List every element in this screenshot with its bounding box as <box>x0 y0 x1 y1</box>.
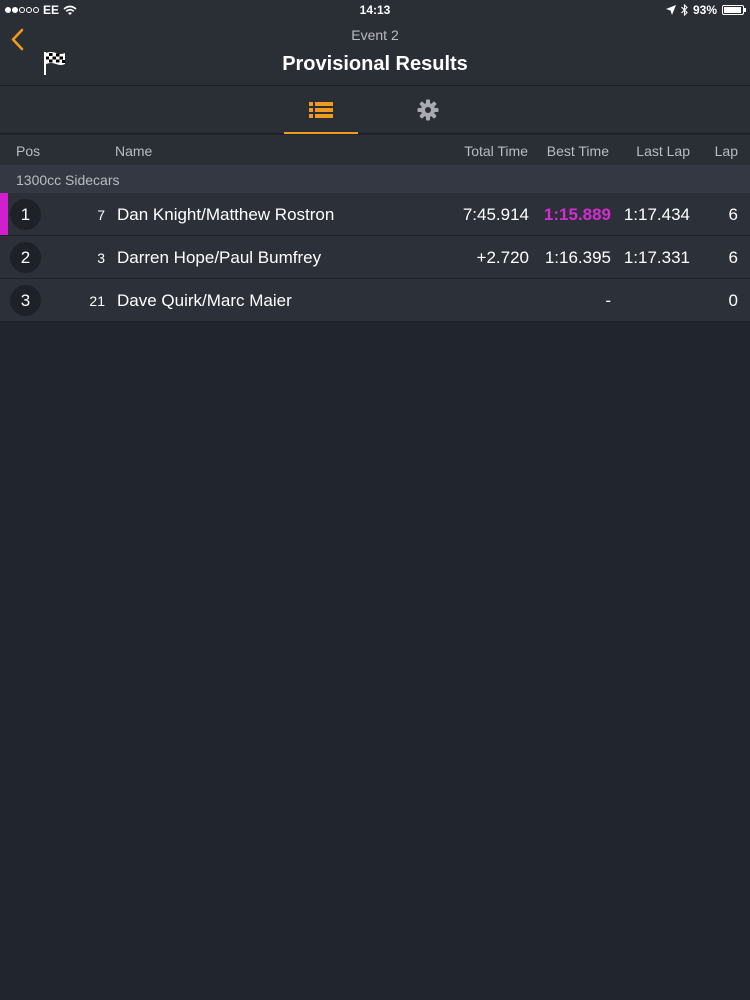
wifi-icon <box>63 5 77 15</box>
table-row[interactable]: 2 3 Darren Hope/Paul Bumfrey +2.720 1:16… <box>0 236 750 279</box>
signal-strength-icon <box>5 7 39 13</box>
race-number: 3 <box>97 250 105 266</box>
navigation-bar: Event 2 Provisional Results <box>0 20 750 86</box>
results-list: 1 7 Dan Knight/Matthew Rostron 7:45.914 … <box>0 193 750 322</box>
position-badge: 2 <box>10 242 41 273</box>
lap-count: 0 <box>728 291 738 310</box>
status-time: 14:13 <box>359 3 391 17</box>
best-time: 1:15.889 <box>543 205 611 224</box>
tab-results-list[interactable] <box>284 86 358 134</box>
list-icon <box>309 102 333 118</box>
status-right: 93% <box>665 3 746 17</box>
race-number: 7 <box>97 207 105 223</box>
header-pos: Pos <box>16 143 41 159</box>
header-name: Name <box>115 143 153 159</box>
table-row[interactable]: 3 21 Dave Quirk/Marc Maier - 0 <box>0 279 750 322</box>
header-total-time: Total Time <box>464 143 528 159</box>
tab-bar <box>0 86 750 134</box>
leader-indicator <box>0 193 8 235</box>
battery-level <box>724 7 741 13</box>
class-name: 1300cc Sidecars <box>16 172 120 188</box>
race-number: 21 <box>89 293 105 309</box>
header-best-time: Best Time <box>546 143 609 159</box>
last-lap: 1:17.331 <box>623 248 690 267</box>
bluetooth-icon <box>681 4 688 16</box>
battery-icon <box>722 5 746 15</box>
position-badge: 1 <box>10 199 41 230</box>
position-badge: 3 <box>10 285 41 316</box>
rider-name: Dan Knight/Matthew Rostron <box>117 205 335 224</box>
event-subtitle: Event 2 <box>351 27 399 43</box>
page-title: Provisional Results <box>282 53 468 75</box>
total-time: +2.720 <box>476 248 529 267</box>
rider-name: Dave Quirk/Marc Maier <box>117 291 292 310</box>
gear-icon <box>417 99 439 121</box>
class-section-header: 1300cc Sidecars <box>0 165 750 193</box>
header-last-lap: Last Lap <box>636 143 690 159</box>
lap-count: 6 <box>728 248 738 267</box>
carrier-label: EE <box>43 3 60 17</box>
rider-name: Darren Hope/Paul Bumfrey <box>117 248 322 267</box>
status-bar: EE 14:13 93% <box>0 0 750 20</box>
header-lap: Lap <box>714 143 738 159</box>
location-arrow-icon <box>665 5 676 15</box>
battery-percent: 93% <box>692 3 717 17</box>
results-table-header: Pos Name Total Time Best Time Last Lap L… <box>0 135 750 165</box>
status-left: EE <box>5 3 77 17</box>
last-lap: 1:17.434 <box>623 205 690 224</box>
lap-count: 6 <box>728 205 738 224</box>
table-row[interactable]: 1 7 Dan Knight/Matthew Rostron 7:45.914 … <box>0 193 750 236</box>
best-time: 1:16.395 <box>544 248 611 267</box>
best-time: - <box>605 291 611 310</box>
total-time: 7:45.914 <box>462 205 529 224</box>
tab-settings[interactable] <box>391 86 465 134</box>
